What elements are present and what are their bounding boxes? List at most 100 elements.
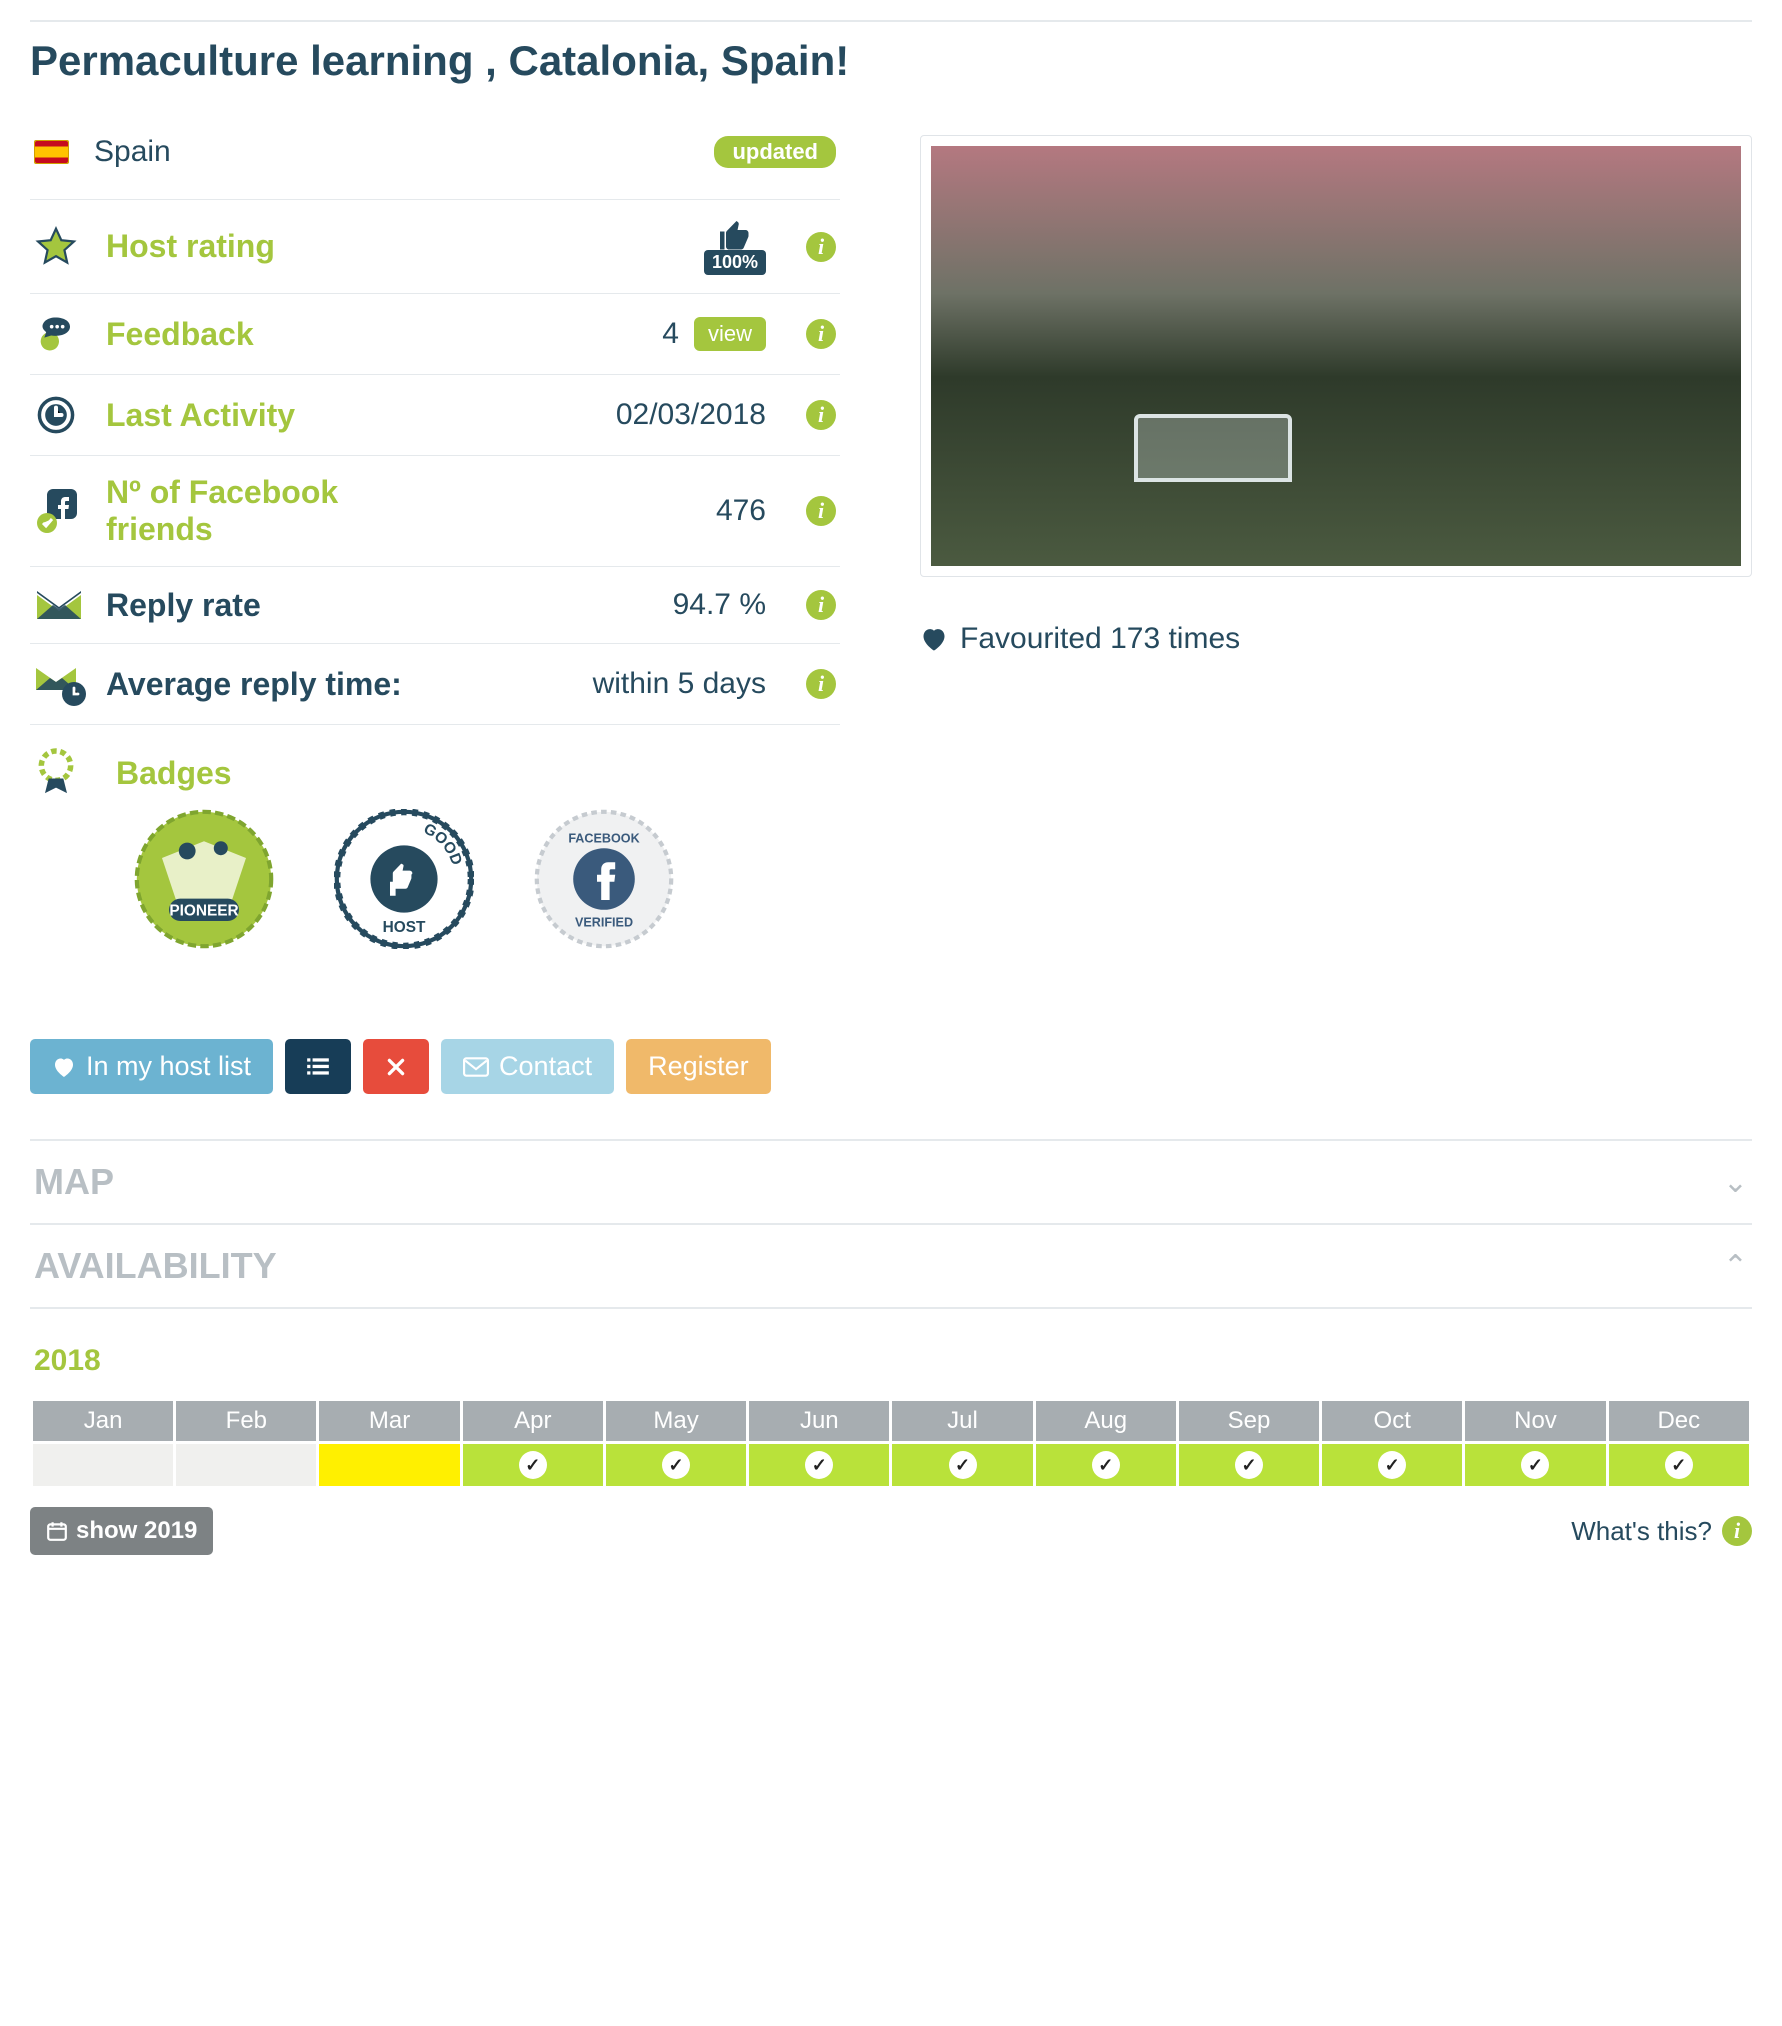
availability-title: AVAILABILITY bbox=[34, 1245, 277, 1287]
month-cell[interactable]: ✓ bbox=[1464, 1443, 1607, 1488]
month-cell[interactable] bbox=[32, 1443, 175, 1488]
info-icon[interactable]: i bbox=[806, 590, 836, 620]
svg-text:HOST: HOST bbox=[383, 919, 426, 936]
stat-reply-time: Average reply time: within 5 days i bbox=[30, 643, 840, 724]
photo-box[interactable] bbox=[920, 135, 1752, 577]
check-icon: ✓ bbox=[1521, 1451, 1549, 1479]
host-photo bbox=[931, 146, 1741, 566]
calendar-year: 2018 bbox=[34, 1344, 1752, 1378]
month-cell[interactable]: ✓ bbox=[1177, 1443, 1320, 1488]
month-cell[interactable] bbox=[175, 1443, 318, 1488]
updated-badge: updated bbox=[714, 136, 836, 168]
check-icon: ✓ bbox=[1092, 1451, 1120, 1479]
calendar-icon bbox=[46, 1520, 68, 1542]
month-cell[interactable]: ✓ bbox=[1034, 1443, 1177, 1488]
host-rating-percent: 100% bbox=[704, 250, 766, 275]
badge-pioneer[interactable]: PIONEER bbox=[134, 809, 274, 949]
check-icon: ✓ bbox=[519, 1451, 547, 1479]
clock-icon bbox=[34, 393, 78, 437]
favourited-line: Favourited 173 times bbox=[920, 622, 1752, 656]
envelope-icon bbox=[463, 1057, 489, 1077]
month-cell[interactable]: ✓ bbox=[461, 1443, 604, 1488]
show-next-year-button[interactable]: show 2019 bbox=[30, 1507, 213, 1555]
feedback-icon bbox=[34, 312, 84, 356]
check-icon: ✓ bbox=[949, 1451, 977, 1479]
close-icon bbox=[385, 1056, 407, 1078]
host-rating-label: Host rating bbox=[106, 228, 275, 265]
month-cell[interactable]: ✓ bbox=[1321, 1443, 1464, 1488]
favourited-text: Favourited 173 times bbox=[960, 622, 1240, 656]
stat-fb-friends: Nº of Facebook friends 476 i bbox=[30, 455, 840, 566]
host-list-button[interactable]: In my host list bbox=[30, 1039, 273, 1094]
fb-friends-label: Nº of Facebook friends bbox=[106, 474, 386, 548]
fb-friends-value: 476 bbox=[716, 494, 766, 528]
page-title: Permaculture learning , Catalonia, Spain… bbox=[30, 20, 1752, 85]
badge-good-host[interactable]: GOODHOST bbox=[334, 809, 474, 949]
month-header: Feb bbox=[175, 1400, 318, 1443]
register-label: Register bbox=[648, 1051, 749, 1082]
envelope-icon bbox=[34, 585, 84, 625]
heart-icon bbox=[920, 626, 948, 652]
badges-label: Badges bbox=[116, 755, 232, 792]
register-button[interactable]: Register bbox=[626, 1039, 771, 1094]
feedback-count: 4 bbox=[662, 317, 679, 351]
month-header: Nov bbox=[1464, 1400, 1607, 1443]
chevron-down-icon: ⌄ bbox=[1723, 1165, 1748, 1200]
month-header: Mar bbox=[318, 1400, 461, 1443]
envelope-clock-icon bbox=[34, 662, 86, 706]
stat-reply-rate: Reply rate 94.7 % i bbox=[30, 566, 840, 643]
reply-time-label: Average reply time: bbox=[106, 666, 402, 703]
month-header: Jan bbox=[32, 1400, 175, 1443]
info-icon[interactable]: i bbox=[806, 400, 836, 430]
show-next-label: show 2019 bbox=[76, 1517, 197, 1545]
award-icon bbox=[34, 747, 78, 799]
reply-rate-label: Reply rate bbox=[106, 587, 261, 624]
month-header: May bbox=[604, 1400, 747, 1443]
month-header: Dec bbox=[1607, 1400, 1750, 1443]
info-icon[interactable]: i bbox=[806, 319, 836, 349]
host-list-label: In my host list bbox=[86, 1051, 251, 1082]
month-header: Aug bbox=[1034, 1400, 1177, 1443]
thumb-up-icon bbox=[713, 218, 757, 254]
info-icon[interactable]: i bbox=[806, 669, 836, 699]
stat-feedback: Feedback 4 view i bbox=[30, 293, 840, 374]
accordion-availability[interactable]: AVAILABILITY ⌃ bbox=[30, 1223, 1752, 1309]
last-activity-value: 02/03/2018 bbox=[616, 398, 766, 432]
month-cell[interactable]: ✓ bbox=[891, 1443, 1034, 1488]
flag-icon bbox=[34, 140, 69, 164]
action-buttons: In my host list Contact Register bbox=[30, 1039, 1752, 1094]
contact-button[interactable]: Contact bbox=[441, 1039, 614, 1094]
thumb-badge: 100% bbox=[704, 218, 766, 275]
month-header: Oct bbox=[1321, 1400, 1464, 1443]
map-title: MAP bbox=[34, 1161, 114, 1203]
month-header: Jun bbox=[748, 1400, 891, 1443]
view-button[interactable]: view bbox=[694, 317, 766, 351]
star-icon bbox=[34, 225, 78, 269]
check-icon: ✓ bbox=[1378, 1451, 1406, 1479]
chevron-up-icon: ⌃ bbox=[1723, 1249, 1748, 1284]
whats-this-link[interactable]: What's this? i bbox=[1571, 1516, 1752, 1547]
month-cell[interactable]: ✓ bbox=[1607, 1443, 1750, 1488]
month-header: Sep bbox=[1177, 1400, 1320, 1443]
remove-button[interactable] bbox=[363, 1039, 429, 1094]
month-cell[interactable] bbox=[318, 1443, 461, 1488]
month-header: Apr bbox=[461, 1400, 604, 1443]
accordion-map[interactable]: MAP ⌄ bbox=[30, 1139, 1752, 1223]
info-icon: i bbox=[1722, 1516, 1752, 1546]
stat-last-activity: Last Activity 02/03/2018 i bbox=[30, 374, 840, 455]
feedback-label: Feedback bbox=[106, 316, 254, 353]
info-icon[interactable]: i bbox=[806, 232, 836, 262]
heart-icon bbox=[52, 1056, 76, 1078]
month-cell[interactable]: ✓ bbox=[604, 1443, 747, 1488]
month-cell[interactable]: ✓ bbox=[748, 1443, 891, 1488]
info-icon[interactable]: i bbox=[806, 496, 836, 526]
month-header: Jul bbox=[891, 1400, 1034, 1443]
badge-fb-verified[interactable]: FACEBOOKVERIFIED bbox=[534, 809, 674, 949]
svg-text:VERIFIED: VERIFIED bbox=[575, 916, 633, 930]
check-icon: ✓ bbox=[1235, 1451, 1263, 1479]
contact-label: Contact bbox=[499, 1051, 592, 1082]
list-view-button[interactable] bbox=[285, 1039, 351, 1094]
stat-badges: Badges PIONEER GOODHOST FACEBOOKVERIFIED bbox=[30, 724, 840, 959]
reply-time-value: within 5 days bbox=[593, 667, 766, 701]
check-icon: ✓ bbox=[1665, 1451, 1693, 1479]
